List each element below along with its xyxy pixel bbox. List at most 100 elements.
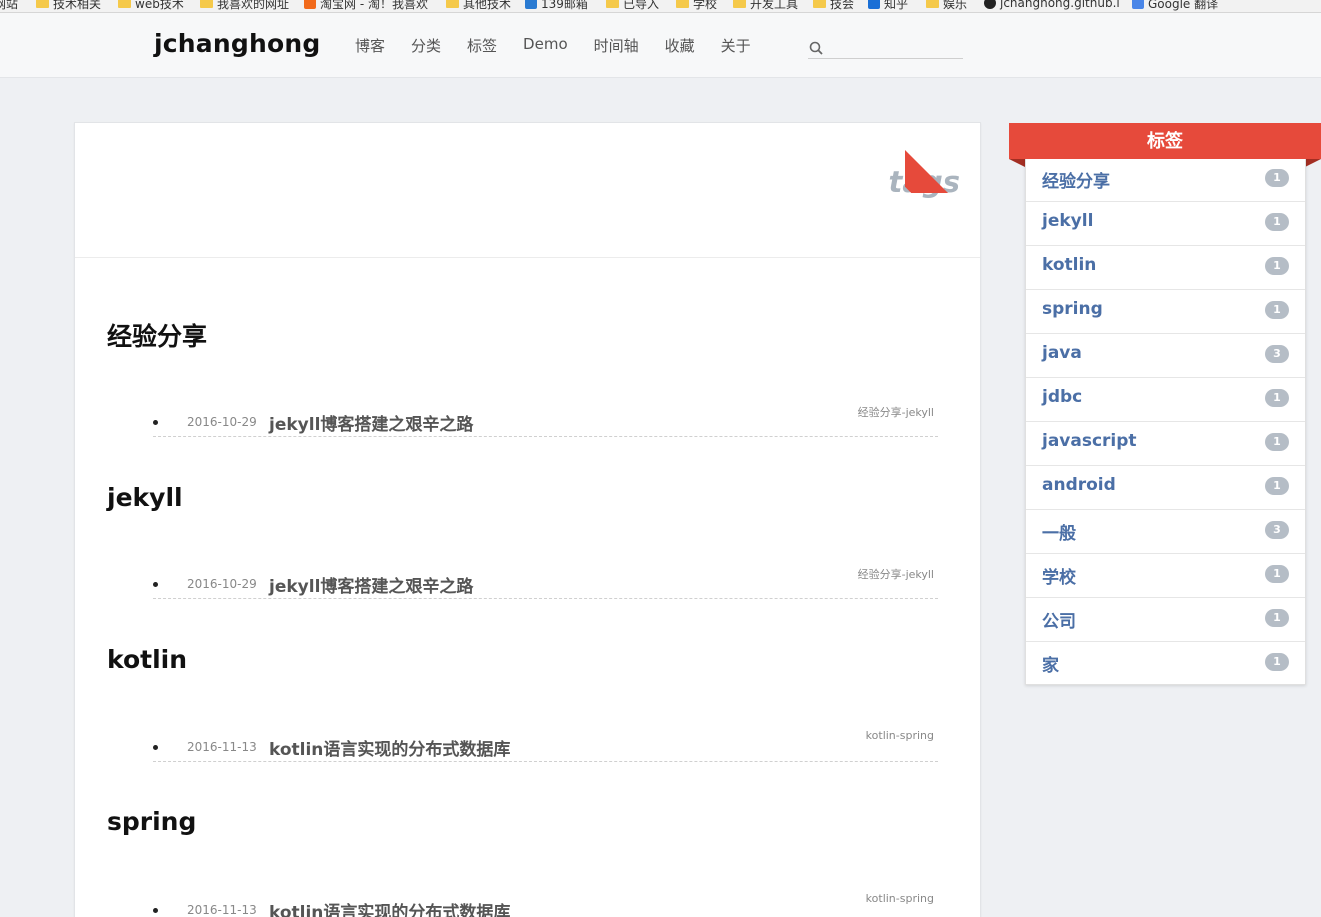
nav-timeline[interactable]: 时间轴	[581, 35, 652, 56]
bookmark-item[interactable]: 技会	[813, 0, 854, 12]
bookmark-item[interactable]: jchanghong.github.i	[984, 0, 1120, 12]
folder-icon	[676, 0, 689, 8]
folder-icon	[118, 0, 131, 8]
bookmark-item[interactable]: 娱乐	[926, 0, 967, 12]
tag-link[interactable]: kotlin	[1042, 255, 1096, 275]
tag-list-item[interactable]: javascript 1	[1026, 422, 1305, 466]
tag-link[interactable]: spring	[1042, 299, 1103, 319]
bookmark-label: 开发工具	[750, 0, 799, 11]
bookmark-item[interactable]: 139邮箱	[525, 0, 588, 12]
bookmark-item[interactable]: 已导入	[606, 0, 659, 12]
folder-icon	[200, 0, 213, 8]
bookmark-item[interactable]: 学校	[676, 0, 717, 12]
tag-list-item[interactable]: spring 1	[1026, 290, 1305, 334]
nav-tags[interactable]: 标签	[454, 35, 510, 56]
tag-list-item[interactable]: 家1	[1026, 642, 1305, 686]
section-title: 经验分享	[107, 322, 208, 351]
tag-list-item[interactable]: 一般 3	[1026, 510, 1305, 554]
bookmark-item[interactable]: 开发工具	[733, 0, 798, 12]
bookmark-label: Google 翻译	[1148, 0, 1219, 11]
ribbon-band	[905, 142, 989, 193]
tag-link[interactable]: android	[1042, 475, 1116, 495]
tag-list-item[interactable]: jdbc 1	[1026, 378, 1305, 422]
bookmark-item[interactable]: 其他技术	[446, 0, 511, 12]
post-title-link[interactable]: kotlin语言实现的分布式数据库	[269, 735, 510, 760]
tag-link[interactable]: 家	[1042, 651, 1059, 676]
post-tags: kotlin-spring	[865, 892, 934, 905]
nav-about[interactable]: 关于	[708, 35, 764, 56]
tag-list-panel: 经验分享 1 jekyll 1 kotlin 1 spring 1 java 3 jdbc…	[1025, 157, 1306, 685]
bookmark-item[interactable]: 我喜欢的网址	[200, 0, 289, 12]
sidebar-title: 标签	[1009, 123, 1321, 159]
bookmark-item[interactable]: 知乎	[868, 0, 908, 12]
tag-link[interactable]: javascript	[1042, 431, 1137, 451]
nav-blog[interactable]: 博客	[342, 35, 398, 56]
bookmark-item[interactable]: web技术	[118, 0, 184, 12]
post-title-link[interactable]: kotlin语言实现的分布式数据库	[269, 898, 510, 917]
tag-link[interactable]: 学校	[1042, 563, 1076, 588]
bookmark-label: 已导入	[623, 0, 660, 11]
site-header: jchanghong 博客 分类 标签 Demo 时间轴 收藏 关于	[0, 13, 1321, 78]
tag-link[interactable]: jdbc	[1042, 387, 1082, 407]
tag-link[interactable]: java	[1042, 343, 1082, 363]
tag-list-item[interactable]: kotlin 1	[1026, 246, 1305, 290]
tags-card: tags ★ 经验分享 2016-10-29 jekyll博客搭建之艰辛之路 经…	[74, 122, 989, 917]
bookmark-label: web技术	[135, 0, 184, 11]
bookmark-label: 139邮箱	[541, 0, 588, 11]
tag-count-badge: 1	[1265, 565, 1289, 583]
bookmark-label: 技会	[830, 0, 855, 11]
tag-count-badge: 1	[1265, 213, 1289, 231]
folder-icon	[606, 0, 619, 8]
folder-icon	[36, 0, 49, 8]
ribbon-fold-left	[1009, 159, 1025, 167]
tag-count-badge: 1	[1265, 477, 1289, 495]
nav-categories[interactable]: 分类	[398, 35, 454, 56]
tag-link[interactable]: 一般	[1042, 519, 1076, 544]
bookmark-label: 其他技术	[463, 0, 512, 11]
tag-count-badge: 1	[1265, 433, 1289, 451]
post-date: 2016-11-13	[187, 740, 257, 754]
folder-icon	[733, 0, 746, 8]
site-logo[interactable]: jchanghong	[154, 29, 320, 58]
folder-icon	[813, 0, 826, 8]
tag-list-item[interactable]: 经验分享 1	[1026, 158, 1305, 202]
bookmark-item[interactable]: Google 翻译	[1132, 0, 1218, 12]
translate-icon	[1132, 0, 1144, 9]
post-tags: kotlin-spring	[865, 729, 934, 742]
tag-list-item[interactable]: jekyll 1	[1026, 202, 1305, 246]
bookmark-label: 娱乐	[943, 0, 968, 11]
tag-count-badge: 1	[1265, 389, 1289, 407]
post-title-link[interactable]: jekyll博客搭建之艰辛之路	[269, 410, 473, 435]
tag-list-item[interactable]: android 1	[1026, 466, 1305, 510]
post-item: 2016-10-29 jekyll博客搭建之艰辛之路 经验分享-jekyll	[153, 402, 938, 437]
tag-list-item[interactable]: java 3	[1026, 334, 1305, 378]
post-date: 2016-10-29	[187, 415, 257, 429]
section-title: jekyll	[107, 483, 183, 512]
tag-list-item[interactable]: 公司 1	[1026, 598, 1305, 642]
tag-link[interactable]: 经验分享	[1042, 167, 1110, 192]
tag-count-badge: 1	[1265, 169, 1289, 187]
bookmark-item[interactable]: 技术相关	[36, 0, 101, 12]
post-title-link[interactable]: jekyll博客搭建之艰辛之路	[269, 572, 473, 597]
post-item: 2016-11-13 kotlin语言实现的分布式数据库 kotlin-spri…	[153, 890, 938, 917]
tag-link[interactable]: jekyll	[1042, 211, 1093, 231]
folder-icon	[926, 0, 939, 8]
nav-demo[interactable]: Demo	[510, 35, 581, 56]
tag-list-item[interactable]: 学校 1	[1026, 554, 1305, 598]
bookmark-item[interactable]: 淘宝网 - 淘！我喜欢	[304, 0, 428, 12]
bookmark-item[interactable]: 网站	[0, 0, 18, 12]
post-item: 2016-11-13 kotlin语言实现的分布式数据库 kotlin-spri…	[153, 727, 938, 762]
bookmark-label: 知乎	[884, 0, 909, 11]
section-title: kotlin	[107, 645, 188, 674]
folder-icon	[446, 0, 459, 8]
search-input[interactable]	[828, 38, 960, 58]
bullet-icon	[153, 908, 158, 913]
bullet-icon	[153, 745, 158, 750]
tag-link[interactable]: 公司	[1042, 607, 1076, 632]
post-date: 2016-10-29	[187, 577, 257, 591]
search-icon[interactable]	[809, 41, 823, 55]
section-title: spring	[107, 807, 197, 836]
bookmark-label: 淘宝网 - 淘！我喜欢	[320, 0, 428, 11]
nav-favorites[interactable]: 收藏	[652, 35, 708, 56]
bookmarks-bar: 网站 技术相关 web技术 我喜欢的网址 淘宝网 - 淘！我喜欢 其他技术 13…	[0, 0, 1321, 13]
